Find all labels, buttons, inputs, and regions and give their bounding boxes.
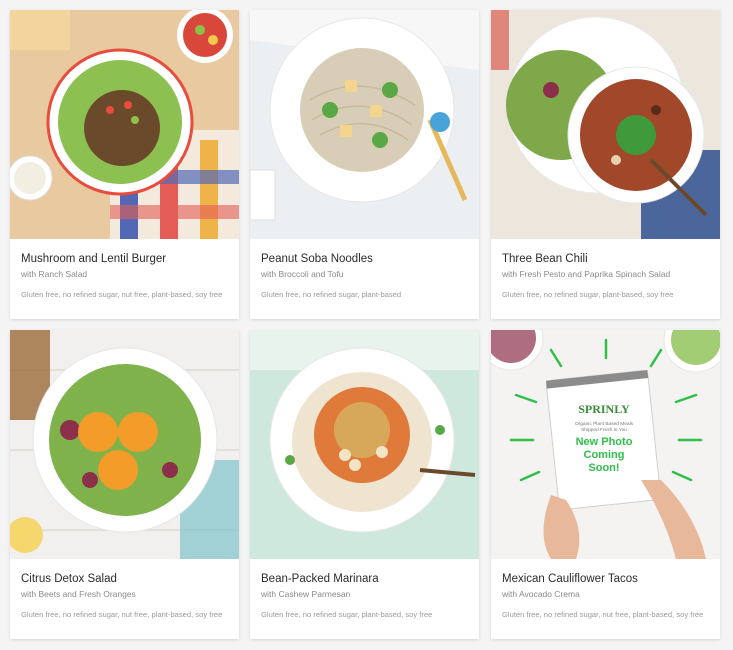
meal-grid: Mushroom and Lentil Burger with Ranch Sa… (0, 0, 733, 650)
meal-title[interactable]: Mexican Cauliflower Tacos (502, 572, 709, 587)
dietary-tags: Gluten free, no refined sugar, plant-bas… (261, 290, 402, 299)
meal-card-peanut-soba-noodles[interactable]: Peanut Soba Noodles with Broccoli and To… (250, 10, 479, 319)
meal-subtitle: with Broccoli and Tofu (261, 269, 344, 279)
marinara-photo[interactable] (250, 330, 479, 559)
meal-card-mexican-cauliflower-tacos[interactable]: SPRINLY Organic Plant Based Meals Shippe… (491, 330, 720, 639)
meal-card-citrus-detox-salad[interactable]: Citrus Detox Salad with Beets and Fresh … (10, 330, 239, 639)
chili-photo[interactable] (491, 10, 720, 239)
meal-title[interactable]: Mushroom and Lentil Burger (21, 252, 228, 267)
meal-title[interactable]: Citrus Detox Salad (21, 572, 228, 587)
svg-text:Shipped Fresh to You: Shipped Fresh to You (581, 427, 627, 433)
salad-photo[interactable] (10, 330, 239, 559)
svg-text:Soon!: Soon! (588, 462, 619, 474)
dietary-tags: Gluten free, no refined sugar, nut free,… (502, 610, 704, 619)
card-body: Mexican Cauliflower Tacos with Avocado C… (491, 559, 720, 629)
card-body: Mushroom and Lentil Burger with Ranch Sa… (10, 239, 239, 309)
soba-photo[interactable] (250, 10, 479, 239)
meal-card-three-bean-chili[interactable]: Three Bean Chili with Fresh Pesto and Pa… (491, 10, 720, 319)
dietary-tags: Gluten free, no refined sugar, nut free,… (21, 610, 223, 619)
meal-subtitle: with Beets and Fresh Oranges (21, 589, 136, 599)
meal-subtitle: with Fresh Pesto and Paprika Spinach Sal… (502, 269, 671, 279)
dietary-tags: Gluten free, no refined sugar, plant-bas… (502, 290, 674, 299)
meal-card-mushroom-lentil-burger[interactable]: Mushroom and Lentil Burger with Ranch Sa… (10, 10, 239, 319)
card-body: Citrus Detox Salad with Beets and Fresh … (10, 559, 239, 629)
meal-title[interactable]: Peanut Soba Noodles (261, 252, 468, 267)
meal-title[interactable]: Three Bean Chili (502, 252, 709, 267)
svg-text:New Photo: New Photo (576, 436, 633, 448)
card-body: Peanut Soba Noodles with Broccoli and To… (250, 239, 479, 309)
meal-subtitle: with Avocado Crema (502, 589, 580, 599)
card-body: Bean-Packed Marinara with Cashew Parmesa… (250, 559, 479, 629)
meal-card-bean-packed-marinara[interactable]: Bean-Packed Marinara with Cashew Parmesa… (250, 330, 479, 639)
svg-text:SPRINLY: SPRINLY (578, 402, 630, 416)
dietary-tags: Gluten free, no refined sugar, plant-bas… (261, 610, 433, 619)
svg-text:Organic Plant Based Meals: Organic Plant Based Meals (575, 421, 634, 427)
meal-subtitle: with Cashew Parmesan (261, 589, 351, 599)
coming-soon-photo[interactable]: SPRINLY Organic Plant Based Meals Shippe… (491, 330, 720, 559)
svg-text:Coming: Coming (584, 449, 625, 461)
meal-subtitle: with Ranch Salad (21, 269, 88, 279)
meal-title[interactable]: Bean-Packed Marinara (261, 572, 468, 587)
burger-photo[interactable] (10, 10, 239, 239)
card-body: Three Bean Chili with Fresh Pesto and Pa… (491, 239, 720, 309)
dietary-tags: Gluten free, no refined sugar, nut free,… (21, 290, 223, 299)
